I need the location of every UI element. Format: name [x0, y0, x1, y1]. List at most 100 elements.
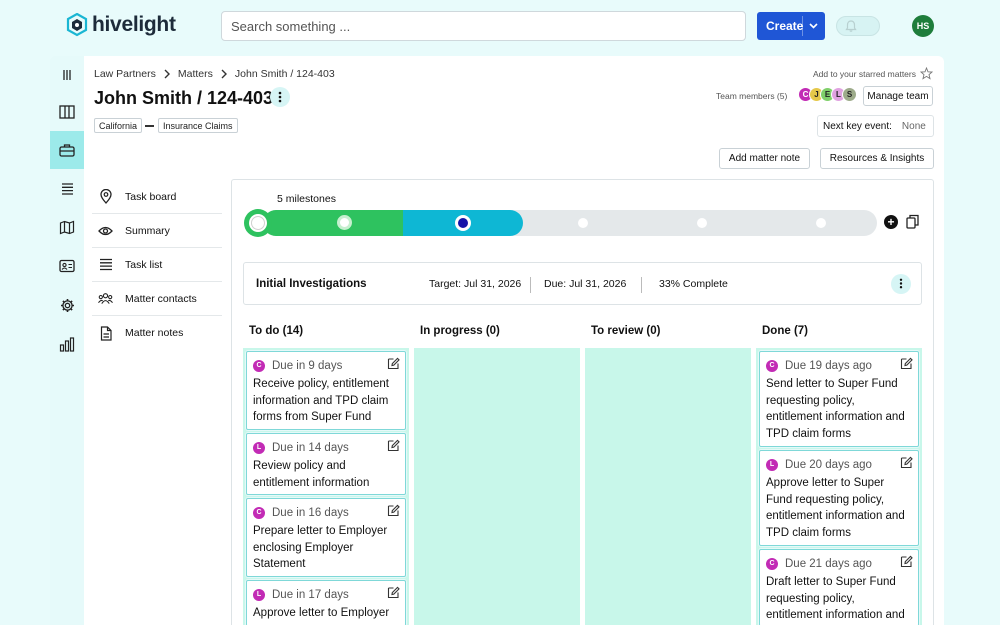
tag-practice-area[interactable]: Insurance Claims: [158, 118, 238, 133]
star-icon: [920, 67, 933, 80]
rail-map-button[interactable]: [50, 208, 84, 246]
task-due: Due 21 days ago: [785, 557, 872, 570]
edit-icon[interactable]: [900, 456, 913, 469]
edit-icon[interactable]: [387, 586, 400, 599]
edit-icon[interactable]: [387, 357, 400, 370]
nav-label: Summary: [125, 224, 170, 237]
milestone-dot-current[interactable]: [455, 215, 471, 231]
milestone-dot-upcoming[interactable]: [697, 218, 707, 228]
task-due: Due 19 days ago: [785, 359, 872, 372]
milestone-menu-button[interactable]: [891, 273, 911, 294]
task-card[interactable]: C Due in 16 days Prepare letter to Employ…: [246, 498, 406, 577]
chevron-right-icon: [163, 69, 171, 79]
milestone-dot-upcoming[interactable]: [816, 218, 826, 228]
breadcrumb-law-partners[interactable]: Law Partners: [94, 68, 156, 80]
notifications-toggle[interactable]: [836, 16, 880, 36]
milestone-dot-completed[interactable]: [337, 215, 352, 230]
next-key-event-label: Next key event:: [823, 120, 892, 132]
logo[interactable]: hivelight: [66, 13, 176, 37]
starred-label: Add to your starred matters: [813, 68, 916, 79]
team-avatars[interactable]: C J E L S: [798, 87, 857, 102]
nav-label: Task list: [125, 258, 163, 271]
milestone-title: Initial Investigations: [256, 277, 367, 290]
copy-icon[interactable]: [906, 214, 919, 229]
milestone-due: Due: Jul 31, 2026: [544, 277, 627, 290]
task-card[interactable]: C Due 19 days ago Send letter to Super Fu…: [759, 351, 919, 447]
breadcrumb: Law Partners Matters John Smith / 124-40…: [94, 68, 335, 80]
manage-team-button[interactable]: Manage team: [863, 86, 933, 106]
divider: [641, 277, 642, 293]
map-icon: [59, 220, 75, 234]
nav-task-list[interactable]: Task list: [92, 248, 222, 282]
task-card[interactable]: L Due in 17 days Approve letter to Employ…: [246, 580, 406, 625]
task-card[interactable]: L Due in 14 days Review policy and entitl…: [246, 433, 406, 495]
task-due: Due in 9 days: [272, 359, 343, 372]
people-icon: [98, 291, 113, 306]
bell-icon: [845, 20, 857, 32]
nav-task-board[interactable]: Task board: [92, 180, 222, 214]
assignee-avatar: C: [253, 506, 265, 519]
chevron-right-icon: [220, 69, 228, 79]
board-icon: [59, 105, 75, 119]
kebab-menu-icon: [899, 278, 903, 289]
milestone-dot-upcoming[interactable]: [578, 218, 588, 228]
edit-icon[interactable]: [387, 504, 400, 517]
assignee-avatar: L: [253, 588, 265, 601]
tag-separator: [145, 125, 154, 127]
rail-matters-button[interactable]: [50, 131, 84, 169]
column-to-review[interactable]: [585, 348, 751, 625]
rail-list-button[interactable]: [50, 170, 84, 208]
chevron-down-icon[interactable]: [809, 21, 818, 30]
rail-board-button[interactable]: [50, 93, 84, 131]
divider: [530, 277, 531, 293]
column-in-progress[interactable]: [414, 348, 580, 625]
milestone-segment-done[interactable]: [263, 210, 403, 236]
left-rail: [50, 56, 84, 625]
logo-text: hivelight: [92, 13, 176, 36]
starred-toggle[interactable]: Add to your starred matters: [813, 67, 933, 80]
briefcase-icon: [59, 144, 75, 157]
search-input[interactable]: [221, 11, 746, 41]
column-header-in-progress: In progress (0): [420, 325, 500, 337]
create-button[interactable]: Create: [757, 12, 825, 40]
assignee-avatar: C: [766, 557, 778, 570]
rail-contacts-button[interactable]: [50, 247, 84, 285]
task-card[interactable]: C Due 21 days ago Draft letter to Super F…: [759, 549, 919, 625]
nav-matter-contacts[interactable]: Matter contacts: [92, 282, 222, 316]
nav-label: Task board: [125, 190, 177, 203]
milestone-start[interactable]: [244, 209, 272, 237]
breadcrumb-matters[interactable]: Matters: [178, 68, 213, 80]
add-milestone-button[interactable]: +: [884, 215, 898, 229]
task-due: Due in 16 days: [272, 506, 349, 519]
assignee-avatar: C: [253, 359, 265, 372]
task-card[interactable]: C Due in 9 days Receive policy, entitleme…: [246, 351, 406, 430]
top-bar: hivelight Create HS: [0, 0, 1000, 52]
team-avatar[interactable]: S: [842, 87, 857, 102]
next-key-event: Next key event: None: [817, 115, 934, 137]
matter-menu-button[interactable]: [270, 87, 290, 107]
resources-insights-button[interactable]: Resources & Insights: [820, 148, 934, 169]
rail-collapse-button[interactable]: [50, 56, 84, 94]
milestones-count: 5 milestones: [277, 193, 336, 205]
document-icon: [98, 325, 113, 341]
task-board: 5 milestones + Initial Investigations Ta…: [231, 179, 934, 625]
list-icon: [98, 257, 113, 272]
user-avatar[interactable]: HS: [912, 15, 934, 37]
rail-reports-button[interactable]: [50, 325, 84, 363]
rail-settings-button[interactable]: [50, 286, 84, 324]
nav-matter-notes[interactable]: Matter notes: [92, 316, 222, 350]
nav-summary[interactable]: Summary: [92, 214, 222, 248]
task-card[interactable]: L Due 20 days ago Approve letter to Super…: [759, 450, 919, 546]
task-title: Draft letter to Super Fund requesting po…: [766, 576, 905, 621]
task-due: Due in 14 days: [272, 441, 349, 454]
current-milestone-card: Initial Investigations Target: Jul 31, 2…: [243, 262, 922, 305]
edit-icon[interactable]: [900, 357, 913, 370]
milestone-target: Target: Jul 31, 2026: [429, 277, 522, 290]
milestone-progress: 33% Complete: [659, 277, 728, 290]
edit-icon[interactable]: [900, 555, 913, 568]
create-label: Create: [766, 19, 804, 33]
edit-icon[interactable]: [387, 439, 400, 452]
task-title: Prepare letter to Employer enclosing Emp…: [253, 525, 388, 570]
add-matter-note-button[interactable]: Add matter note: [719, 148, 810, 169]
tag-state[interactable]: California: [94, 118, 143, 133]
